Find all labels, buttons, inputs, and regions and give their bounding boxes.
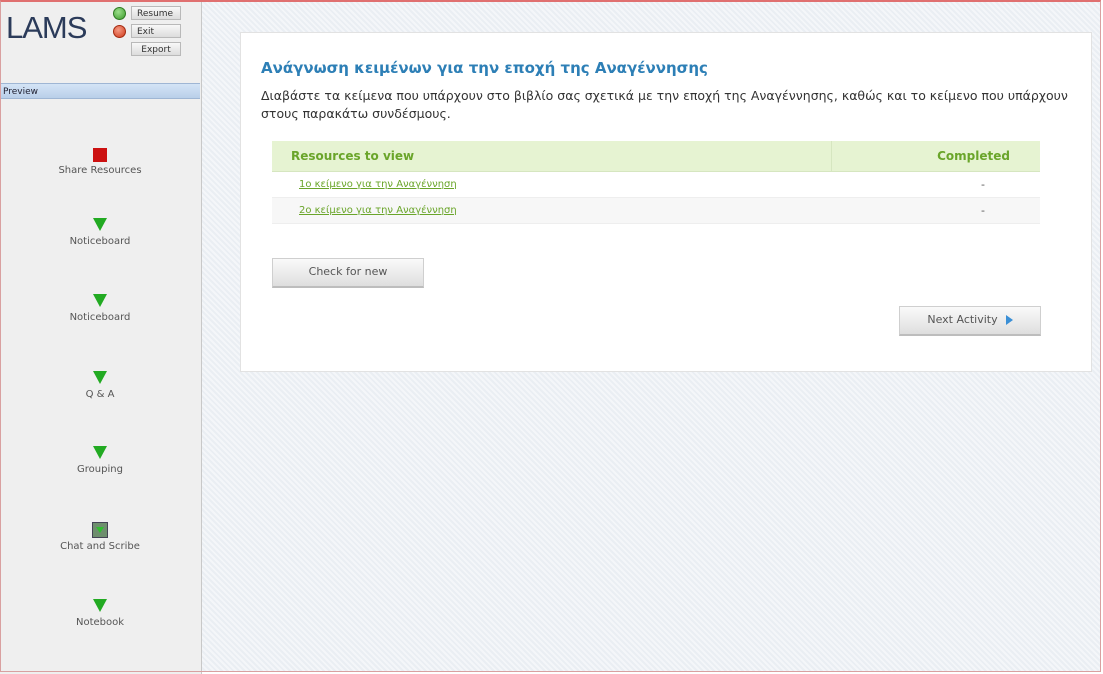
resume-control[interactable]: Resume (113, 6, 181, 20)
green-arrow-icon (93, 446, 107, 459)
header-completed: Completed (937, 149, 1010, 163)
header-resources: Resources to view (272, 141, 832, 171)
main-content: Ανάγνωση κειμένων για την εποχή της Αναγ… (202, 2, 1100, 672)
next-activity-button[interactable]: Next Activity (899, 306, 1041, 336)
play-arrow-icon (1005, 315, 1013, 325)
resume-button[interactable]: Resume (131, 6, 181, 20)
activity-label: Grouping (77, 464, 123, 475)
activity-q-and-a[interactable]: Q & A (0, 371, 200, 400)
exit-button[interactable]: Exit (131, 24, 181, 38)
activity-share-resources[interactable]: Share Resources (0, 148, 200, 176)
page-title: Ανάγνωση κειμένων για την εποχή της Αναγ… (261, 59, 708, 77)
completed-value: - (981, 178, 985, 191)
table-header: Resources to view Completed (272, 141, 1040, 172)
resource-link[interactable]: 1ο κείμενο για την Αναγέννηση (272, 179, 832, 190)
green-arrow-icon (93, 218, 107, 231)
next-activity-label: Next Activity (927, 313, 998, 326)
export-control[interactable]: Export (131, 42, 181, 56)
exit-control[interactable]: Exit (113, 24, 181, 38)
activity-label: Notebook (75, 617, 125, 628)
instructions-text: Διαβάστε τα κείμενα που υπάρχουν στο βιβ… (261, 88, 1068, 121)
resource-link[interactable]: 2ο κείμενο για την Αναγέννηση (272, 205, 832, 216)
activity-notebook[interactable]: Notebook (0, 599, 200, 628)
activity-label: Q & A (85, 389, 115, 400)
green-arrow-icon (93, 599, 107, 612)
check-for-new-button[interactable]: Check for new (272, 258, 424, 288)
green-arrow-icon (93, 294, 107, 307)
completed-value: - (981, 204, 985, 217)
activity-noticeboard-1[interactable]: Noticeboard (0, 218, 200, 247)
resume-icon (113, 6, 126, 20)
resources-table: Resources to view Completed 1ο κείμενο γ… (272, 141, 1040, 224)
grey-square-icon (92, 522, 108, 538)
preview-bar: Preview (0, 83, 200, 99)
check-for-new-label: Check for new (308, 265, 388, 278)
table-row: 2ο κείμενο για την Αναγέννηση - (272, 198, 1040, 224)
activity-card: Ανάγνωση κειμένων για την εποχή της Αναγ… (240, 32, 1092, 372)
activity-grouping[interactable]: Grouping (0, 446, 200, 475)
activity-label: Chat and Scribe (60, 541, 140, 552)
table-row: 1ο κείμενο για την Αναγέννηση - (272, 172, 1040, 198)
activity-label: Noticeboard (69, 236, 131, 247)
exit-icon (113, 24, 126, 38)
sidebar: LAMS Resume Exit Export Preview Share Re… (0, 0, 202, 674)
green-arrow-icon (93, 371, 107, 384)
red-square-icon (93, 148, 107, 162)
lams-logo: LAMS (6, 10, 87, 45)
activity-noticeboard-2[interactable]: Noticeboard (0, 294, 200, 323)
activity-label: Noticeboard (69, 312, 131, 323)
activity-label: Share Resources (58, 165, 142, 176)
activity-chat-and-scribe[interactable]: Chat and Scribe (0, 522, 200, 552)
export-button[interactable]: Export (131, 42, 181, 56)
